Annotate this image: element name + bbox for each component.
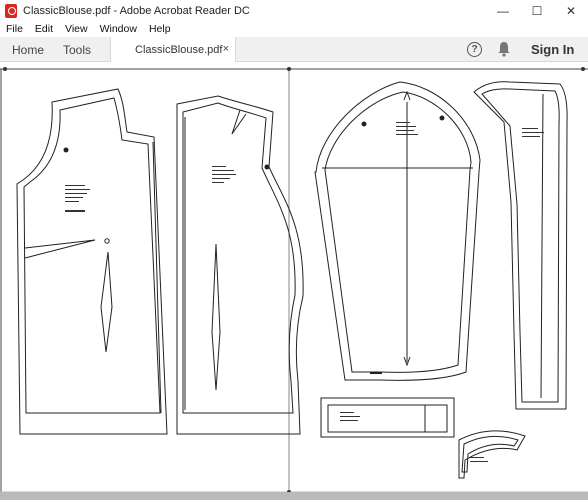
help-icon[interactable]: ? <box>467 42 482 57</box>
acrobat-icon <box>5 3 17 18</box>
sign-in-button[interactable]: Sign In <box>531 42 574 57</box>
minimize-button[interactable]: — <box>486 0 520 21</box>
pattern-waistband <box>320 397 455 438</box>
front-facing-label <box>522 128 544 137</box>
title-bar: ClassicBlouse.pdf - Adobe Acrobat Reader… <box>0 0 588 21</box>
tab-tools[interactable]: Tools <box>63 37 91 62</box>
window-title: ClassicBlouse.pdf - Adobe Acrobat Reader… <box>23 4 250 17</box>
tab-home[interactable]: Home <box>12 37 44 62</box>
pattern-collar <box>458 430 526 479</box>
pattern-front-bodice <box>16 88 168 435</box>
bell-icon[interactable] <box>497 41 511 57</box>
document-tab-label: ClassicBlouse.pdf <box>135 43 223 56</box>
menu-bar: File Edit View Window Help <box>0 21 588 37</box>
menu-edit[interactable]: Edit <box>29 23 59 35</box>
close-tab-icon[interactable]: × <box>223 43 229 55</box>
front-bodice-label <box>65 185 90 212</box>
pattern-page <box>0 67 588 494</box>
menu-file[interactable]: File <box>0 23 29 35</box>
document-viewer[interactable] <box>0 62 588 500</box>
collar-label <box>470 457 488 462</box>
maximize-button[interactable]: ☐ <box>520 0 554 21</box>
waistband-label <box>340 412 360 421</box>
menu-help[interactable]: Help <box>143 23 177 35</box>
menu-view[interactable]: View <box>59 23 94 35</box>
pattern-front-facing <box>473 81 568 410</box>
tab-document[interactable]: ClassicBlouse.pdf × <box>110 37 236 62</box>
window-controls: — ☐ ✕ <box>486 0 588 21</box>
horizontal-scrollbar[interactable] <box>0 492 588 500</box>
back-bodice-label <box>212 166 236 183</box>
close-window-button[interactable]: ✕ <box>554 0 588 21</box>
tab-bar: Home Tools ClassicBlouse.pdf × ? Sign In <box>0 37 588 62</box>
pattern-back-bodice <box>176 95 304 435</box>
menu-window[interactable]: Window <box>94 23 143 35</box>
